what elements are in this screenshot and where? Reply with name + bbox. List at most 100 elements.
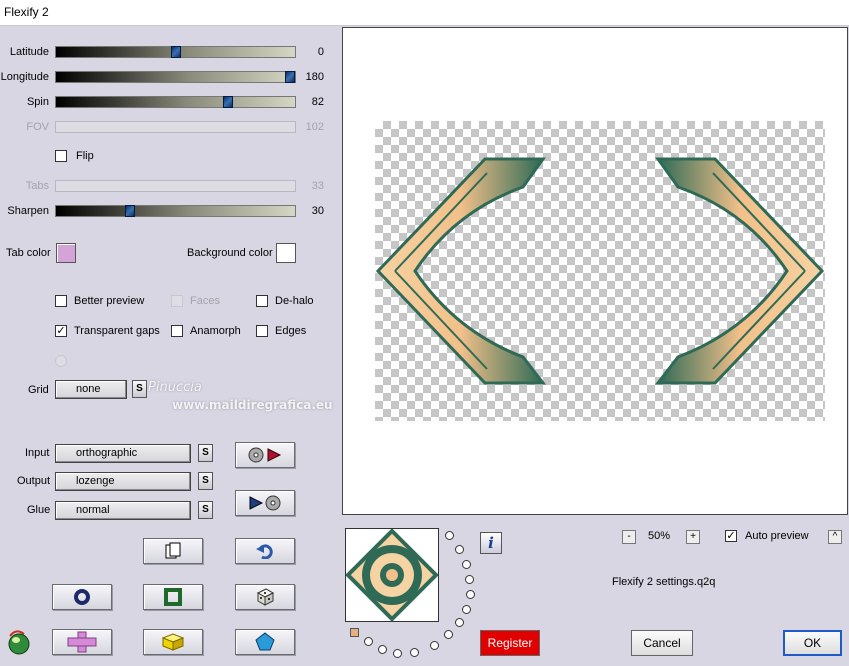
preset-dot[interactable] — [393, 649, 402, 658]
slider-thumb[interactable] — [285, 71, 296, 83]
auto-preview-checkbox[interactable]: ✓ — [725, 530, 737, 542]
slider-label: FOV — [26, 121, 49, 133]
faces-checkbox[interactable] — [171, 295, 183, 307]
preset-dot[interactable] — [462, 560, 471, 569]
settings-filename: Flexify 2 settings.q2q — [612, 576, 716, 588]
glue-s-button[interactable]: S — [198, 501, 213, 519]
grid-label: Grid — [28, 384, 49, 396]
yellow-cube-icon — [161, 633, 185, 651]
background-color-swatch[interactable] — [276, 243, 296, 263]
cube-shape-button[interactable] — [143, 629, 203, 655]
faces-label: Faces — [190, 295, 220, 307]
watermark-name: Pinuccia — [148, 380, 202, 395]
thumbnail-navigator[interactable] — [345, 528, 439, 622]
anamorph-label: Anamorph — [190, 325, 241, 337]
zoom-level: 50% — [648, 530, 671, 542]
grid-select[interactable]: none — [55, 380, 127, 399]
slider-label: Spin — [26, 96, 49, 108]
slider-thumb[interactable] — [170, 46, 181, 58]
slider-value: 180 — [305, 71, 324, 83]
slider-thumb[interactable] — [125, 205, 136, 217]
preset-dot[interactable] — [364, 637, 373, 646]
preset-dot[interactable] — [430, 641, 439, 650]
ok-button[interactable]: OK — [783, 630, 842, 656]
color-marker-square[interactable] — [350, 628, 359, 637]
pentagon-shape-button[interactable] — [235, 629, 295, 655]
copy-button[interactable] — [143, 538, 203, 564]
preview-image — [375, 157, 825, 385]
transparent-gaps-label: Transparent gaps — [74, 325, 160, 337]
preset-dot[interactable] — [445, 531, 454, 540]
green-square-icon — [164, 588, 182, 606]
preview-area[interactable] — [342, 27, 848, 515]
better-preview-checkbox[interactable] — [55, 295, 67, 307]
tab-color-swatch[interactable] — [56, 243, 76, 263]
preset-dot[interactable] — [378, 645, 387, 654]
input-select[interactable]: orthographic — [55, 444, 191, 463]
edges-label: Edges — [275, 325, 307, 337]
slider-value: 82 — [311, 96, 324, 108]
edges-checkbox[interactable] — [256, 325, 268, 337]
de-halo-checkbox[interactable] — [256, 295, 268, 307]
anamorph-checkbox[interactable] — [171, 325, 183, 337]
output-s-button[interactable]: S — [198, 472, 213, 490]
flip-label: Flip — [76, 150, 94, 162]
collapse-toggle-button[interactable]: ^ — [828, 530, 842, 544]
preset-dot[interactable] — [466, 590, 475, 599]
transparency-checkerboard — [375, 121, 825, 421]
undo-button[interactable] — [235, 538, 295, 564]
random-button[interactable] — [235, 584, 295, 610]
title-bar: Flexify 2 — [0, 0, 849, 26]
auto-preview-label: Auto preview — [745, 530, 809, 542]
zoom-out-button[interactable]: - — [622, 530, 636, 544]
grid-s-button[interactable]: S — [132, 380, 147, 398]
transparent-gaps-checkbox[interactable]: ✓ — [55, 325, 67, 337]
background-color-label: Background color — [187, 247, 273, 259]
cancel-button[interactable]: Cancel — [631, 630, 693, 656]
preset-dot[interactable] — [410, 648, 419, 657]
input-label: Input — [25, 447, 50, 459]
input-s-button[interactable]: S — [198, 444, 213, 462]
disc-to-arrow-icon — [248, 447, 282, 463]
output-label: Output — [17, 475, 51, 487]
tab-color-label: Tab color — [6, 247, 51, 259]
undo-arrow-icon — [256, 544, 273, 559]
slider-track[interactable] — [55, 71, 296, 83]
output-select[interactable]: lozenge — [55, 472, 191, 491]
cross-shape-button[interactable] — [52, 629, 112, 655]
slider-track[interactable] — [55, 205, 296, 217]
copy-pages-icon — [165, 542, 181, 559]
info-button[interactable]: i — [480, 532, 502, 554]
plugin-logo — [4, 628, 32, 656]
preset-dot[interactable] — [444, 630, 453, 639]
zoom-in-button[interactable]: + — [686, 530, 700, 544]
load-preset-button[interactable] — [235, 442, 295, 468]
pink-cross-icon — [67, 631, 97, 653]
slider-label: Tabs — [25, 180, 49, 192]
slider-value: 30 — [311, 205, 324, 217]
slider-track[interactable] — [55, 46, 296, 58]
preset-dot[interactable] — [462, 605, 471, 614]
slider-track — [55, 121, 296, 133]
flip-checkbox[interactable] — [55, 150, 67, 162]
glue-label: Glue — [27, 504, 51, 516]
slider-thumb[interactable] — [223, 96, 234, 108]
slider-label: Longitude — [0, 71, 49, 83]
window-title: Flexify 2 — [4, 5, 49, 19]
preset-dot[interactable] — [455, 618, 464, 627]
disabled-option-radio — [55, 355, 67, 367]
slider-value: 0 — [317, 46, 324, 58]
glue-select[interactable]: normal — [55, 501, 191, 520]
slider-track — [55, 180, 296, 192]
dice-icon — [256, 588, 275, 606]
preset-dot[interactable] — [465, 575, 474, 584]
preset-dot[interactable] — [455, 545, 464, 554]
register-button[interactable]: Register — [480, 630, 540, 656]
square-shape-button[interactable] — [143, 584, 203, 610]
slider-label: Sharpen — [7, 205, 49, 217]
ring-shape-button[interactable] — [52, 584, 112, 610]
thumbnail-image — [345, 528, 439, 622]
slider-value: 102 — [305, 121, 324, 133]
slider-track[interactable] — [55, 96, 296, 108]
save-preset-button[interactable] — [235, 490, 295, 516]
